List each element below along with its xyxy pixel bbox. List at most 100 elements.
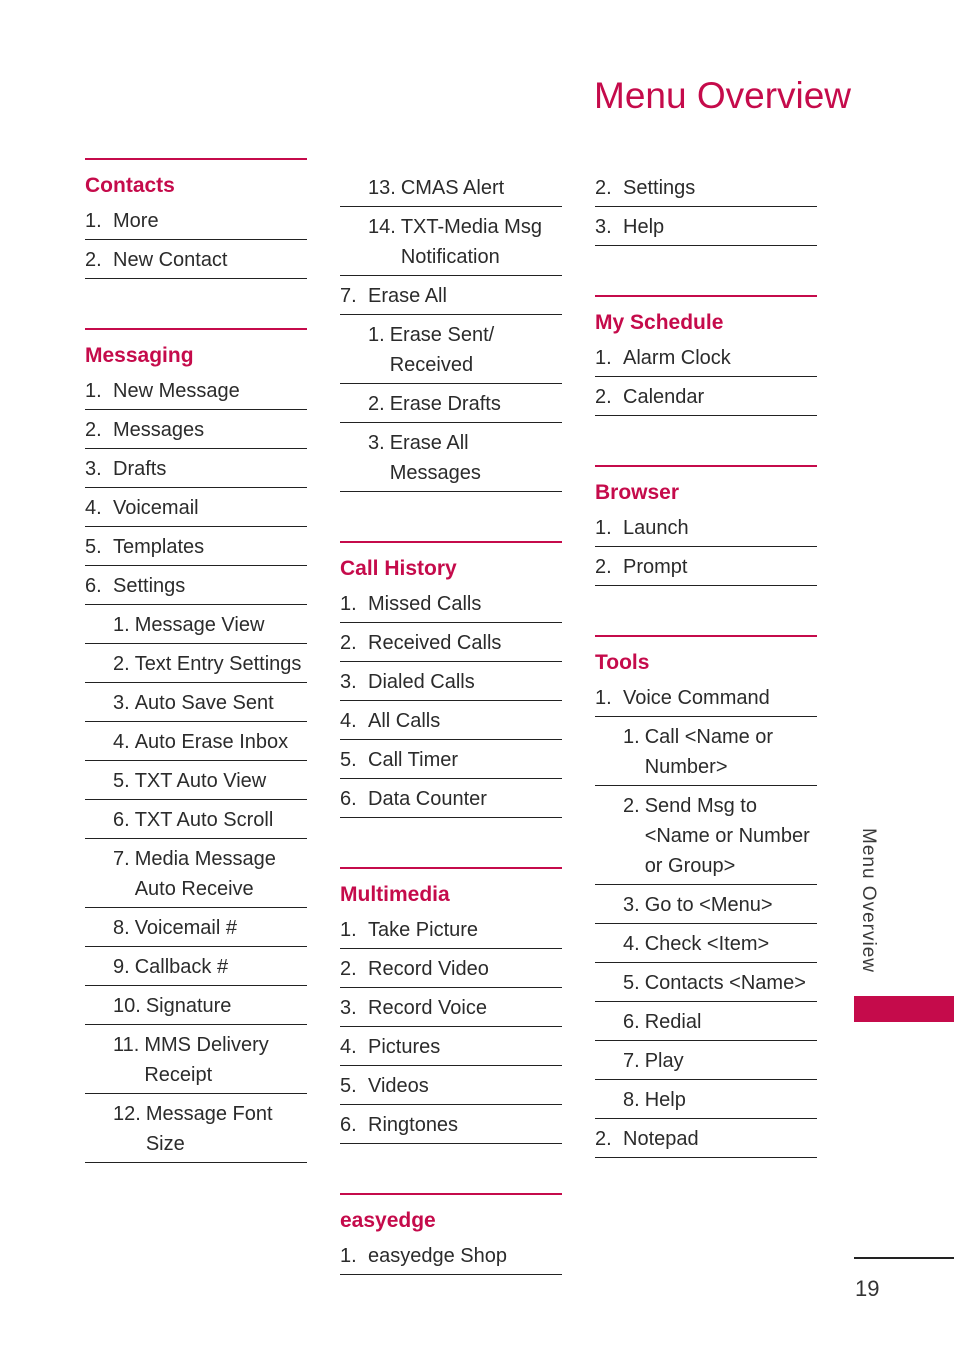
item-label: Take Picture: [368, 919, 479, 941]
item-label: Templates: [113, 536, 205, 558]
item-number: 7.: [623, 1050, 640, 1072]
item-label: Erase All Messages: [389, 432, 481, 484]
item-number: 3.: [623, 894, 640, 916]
item-label: Prompt: [623, 556, 688, 578]
item-label: New Message: [113, 380, 240, 402]
side-tab-label: Menu Overview: [858, 828, 879, 973]
item-label: Send Msg to <Name or Number or Group>: [644, 795, 810, 877]
item-label: TXT-Media Msg Notification: [400, 216, 542, 268]
menu-item: 5. Templates: [85, 527, 307, 566]
menu-item: 1. Take Picture: [340, 910, 562, 949]
item-number: 4.: [340, 710, 357, 732]
item-label: Settings: [623, 177, 696, 199]
menu-item: 3. Drafts: [85, 449, 307, 488]
item-label: Erase All: [368, 285, 447, 307]
item-number: 5.: [340, 1075, 357, 1097]
item-label: Contacts <Name>: [644, 972, 806, 994]
page-title: Menu Overview: [594, 75, 852, 116]
item-label: Notepad: [623, 1128, 699, 1150]
section-title: Multimedia: [340, 883, 450, 906]
item-number: 4.: [623, 933, 640, 955]
submenu-item: 7. Play: [595, 1041, 817, 1080]
section-tools: Tools 1. Voice Command 1. Call <Name or Numb…: [595, 635, 817, 1158]
item-label: easyedge Shop: [368, 1245, 508, 1267]
section-title: Browser: [595, 481, 680, 504]
section-continued: 2. Settings 3. Help: [595, 168, 817, 246]
menu-item: 6. Settings: [85, 566, 307, 605]
menu-item: 5. Videos: [340, 1066, 562, 1105]
item-label: Videos: [368, 1075, 429, 1097]
menu-item: 1. More: [85, 201, 307, 240]
item-number: 6.: [113, 809, 130, 831]
item-number: 3.: [368, 432, 385, 454]
submenu-item: 8. Voicemail #: [85, 908, 307, 947]
item-label: CMAS Alert: [400, 177, 505, 199]
item-number: 1.: [595, 517, 612, 539]
item-label: Text Entry Settings: [134, 653, 302, 675]
submenu-item: 8. Help: [595, 1080, 817, 1119]
submenu-item: 5. TXT Auto View: [85, 761, 307, 800]
section-call-history: Call History 1. Missed Calls 2. Received Cal…: [340, 541, 562, 818]
menu-item: 1. Launch: [595, 508, 817, 547]
item-label: Record Voice: [368, 997, 487, 1019]
item-number: 8.: [113, 917, 130, 939]
side-tab-marker: [854, 996, 954, 1022]
section-divider: [340, 1193, 562, 1195]
menu-item: 1. easyedge Shop: [340, 1236, 562, 1275]
item-number: 5.: [113, 770, 130, 792]
item-number: 3.: [113, 692, 130, 714]
submenu-item: 6. Redial: [595, 1002, 817, 1041]
section-divider: [595, 295, 817, 297]
menu-column-1: Contacts 1. More 2. New Contact Messaging 1. Ne…: [85, 158, 307, 1212]
item-number: 13.: [368, 177, 396, 199]
section-title: Tools: [595, 651, 650, 674]
submenu-item: 3. Erase All Messages: [340, 423, 562, 492]
menu-item: 2. Received Calls: [340, 623, 562, 662]
item-number: 3.: [340, 997, 357, 1019]
menu-item: 3. Dialed Calls: [340, 662, 562, 701]
menu-item: 2. Record Video: [340, 949, 562, 988]
item-number: 10.: [113, 995, 141, 1017]
item-label: Calendar: [623, 386, 705, 408]
item-label: Help: [644, 1089, 686, 1111]
item-label: Redial: [644, 1011, 702, 1033]
item-number: 6.: [340, 1114, 357, 1136]
submenu-item: 12. Message Font Size: [85, 1094, 307, 1163]
item-number: 2.: [368, 393, 385, 415]
item-number: 4.: [340, 1036, 357, 1058]
item-label: Launch: [623, 517, 689, 539]
item-number: 5.: [85, 536, 102, 558]
menu-item: 3. Help: [595, 207, 817, 246]
item-label: Auto Erase Inbox: [134, 731, 289, 753]
menu-item: 1. Voice Command: [595, 678, 817, 717]
item-label: TXT Auto Scroll: [134, 809, 274, 831]
item-label: Media Message Auto Receive: [134, 848, 276, 900]
section-messaging: Messaging 1. New Message 2. Messages 3. Drafts…: [85, 328, 307, 1163]
menu-column-3: 2. Settings 3. Help My Schedule 1. Alarm Clock…: [595, 168, 817, 1207]
item-number: 12.: [113, 1103, 141, 1125]
item-number: 8.: [623, 1089, 640, 1111]
section-multimedia: Multimedia 1. Take Picture 2. Record Video 3.…: [340, 867, 562, 1144]
item-label: Check <Item>: [644, 933, 770, 955]
section-divider: [340, 541, 562, 543]
item-number: 2.: [595, 386, 612, 408]
item-number: 2.: [113, 653, 130, 675]
menu-item: 2. Settings: [595, 168, 817, 207]
section-title: My Schedule: [595, 311, 724, 334]
item-number: 5.: [623, 972, 640, 994]
menu-item: 6. Ringtones: [340, 1105, 562, 1144]
item-label: Erase Drafts: [389, 393, 501, 415]
item-number: 1.: [623, 726, 640, 748]
submenu-item: 4. Auto Erase Inbox: [85, 722, 307, 761]
item-label: Alarm Clock: [623, 347, 731, 369]
item-number: 3.: [340, 671, 357, 693]
item-number: 2.: [595, 556, 612, 578]
item-number: 1.: [340, 593, 357, 615]
item-number: 1.: [368, 324, 385, 346]
item-number: 14.: [368, 216, 396, 238]
item-number: 2.: [595, 1128, 612, 1150]
item-label: Voicemail: [113, 497, 199, 519]
submenu-item: 2. Erase Drafts: [340, 384, 562, 423]
item-number: 6.: [623, 1011, 640, 1033]
section-browser: Browser 1. Launch 2. Prompt: [595, 465, 817, 586]
